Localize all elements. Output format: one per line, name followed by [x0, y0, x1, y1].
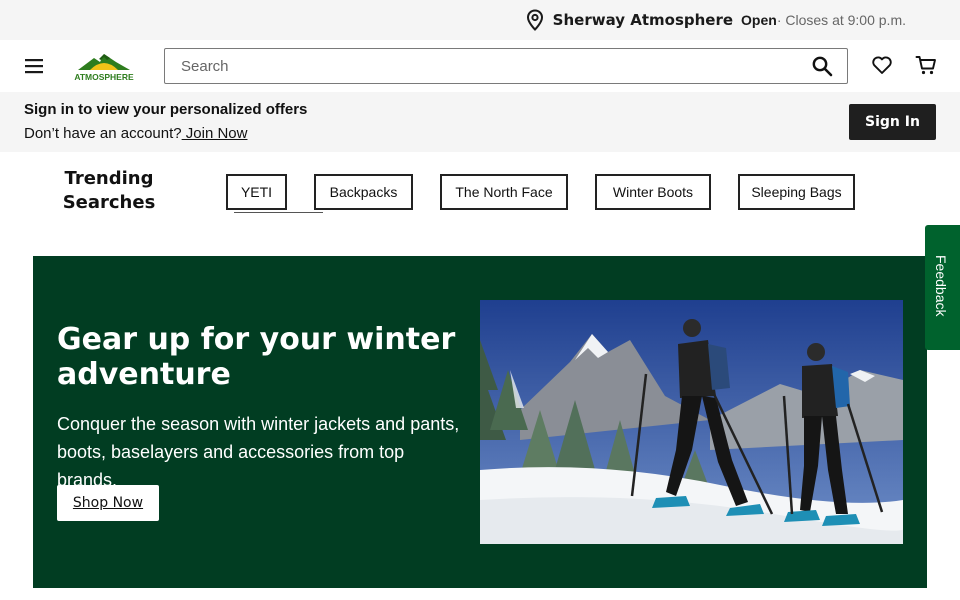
atmosphere-logo[interactable]: ATMOSPHERE	[66, 50, 142, 82]
feedback-tab[interactable]: Feedback	[925, 225, 960, 350]
trending-chip-sleeping-bags[interactable]: Sleeping Bags	[738, 174, 855, 210]
feedback-label: Feedback	[933, 255, 949, 317]
join-now-link[interactable]: Join Now	[182, 125, 248, 142]
signin-offer-text: Sign in to view your personalized offers	[24, 101, 308, 118]
shop-now-button[interactable]: Shop Now	[57, 485, 159, 521]
store-selector[interactable]: Sherway Atmosphere Open · Closes at 9:00…	[525, 8, 906, 32]
hero-banner: Gear up for your winter adventure Conque…	[33, 256, 927, 588]
logo-text: ATMOSPHERE	[74, 72, 134, 82]
site-header: ATMOSPHERE	[0, 40, 960, 92]
heart-icon[interactable]	[871, 54, 893, 76]
trending-chip-the-north-face[interactable]: The North Face	[440, 174, 568, 210]
cart-icon[interactable]	[915, 54, 937, 76]
trending-chip-backpacks[interactable]: Backpacks	[314, 174, 413, 210]
sign-in-button[interactable]: Sign In	[849, 104, 936, 140]
hero-description: Conquer the season with winter jackets a…	[57, 414, 460, 490]
trending-searches-title: Trending Searches	[62, 168, 156, 213]
menu-icon[interactable]	[22, 54, 46, 78]
trending-chip-yeti[interactable]: YETI	[226, 174, 287, 210]
hero-title: Gear up for your winter adventure	[57, 322, 456, 392]
signin-banner: Sign in to view your personalized offers…	[0, 92, 960, 152]
store-hours: · Closes at 9:00 p.m.	[776, 12, 906, 28]
search-box	[164, 48, 848, 84]
search-input[interactable]	[165, 49, 785, 83]
store-name[interactable]: Sherway Atmosphere	[553, 11, 733, 29]
carousel-indicator	[234, 212, 323, 213]
store-bar: Sherway Atmosphere Open · Closes at 9:00…	[0, 0, 960, 40]
store-open-status: Open	[741, 12, 777, 28]
search-icon[interactable]	[811, 55, 833, 77]
signup-prompt: Don’t have an account? Join Now	[24, 125, 247, 142]
hero-image-snowshoeing	[480, 300, 903, 544]
signup-prompt-text: Don’t have an account?	[24, 125, 182, 142]
location-pin-icon	[525, 9, 545, 31]
trending-chip-winter-boots[interactable]: Winter Boots	[595, 174, 711, 210]
